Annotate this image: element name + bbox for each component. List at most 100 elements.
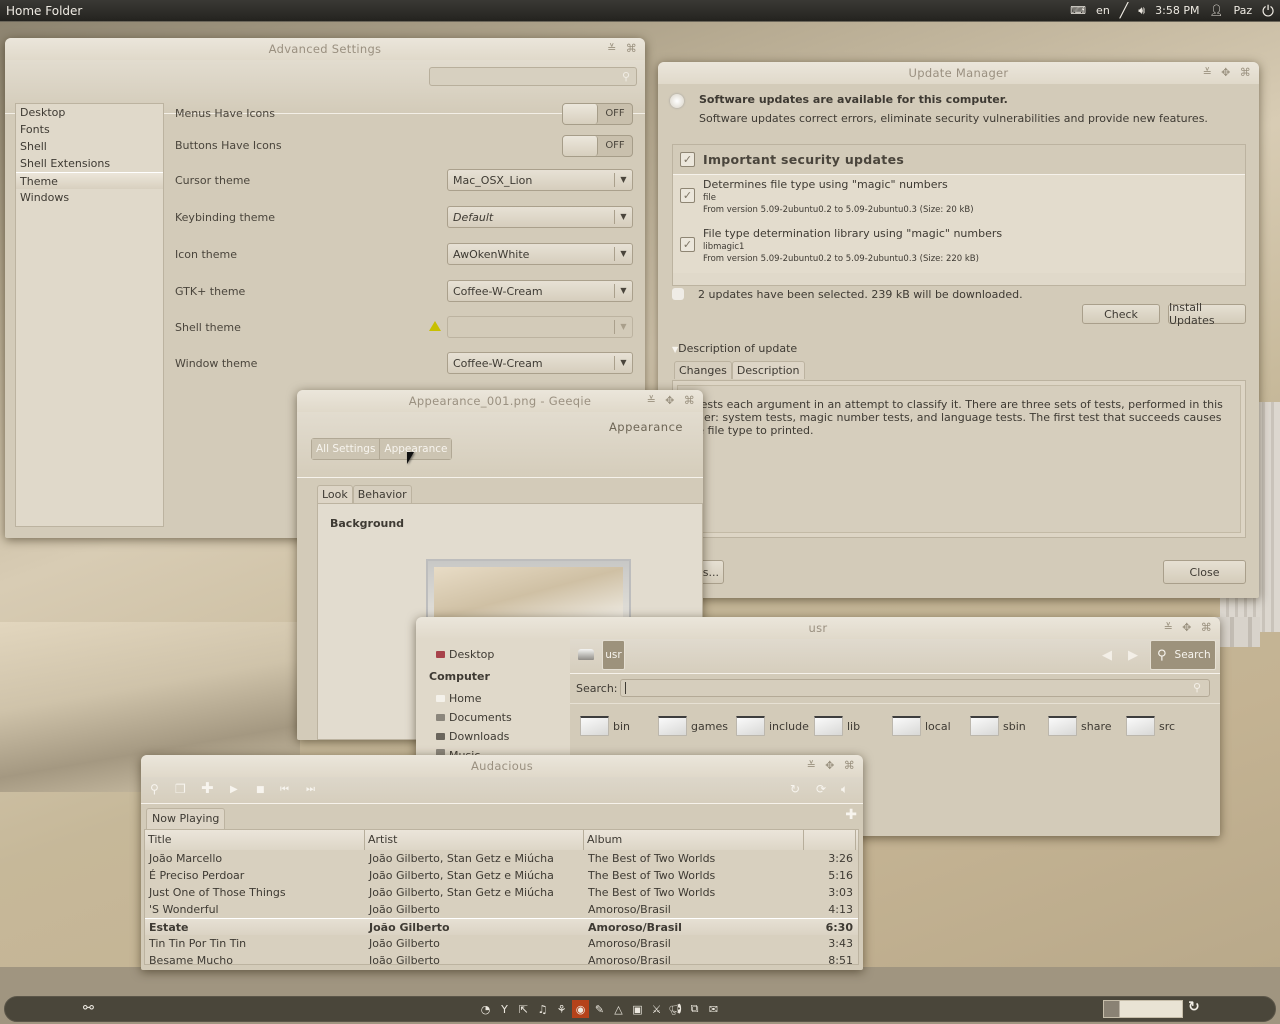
maximize-icon[interactable]: ✥ (665, 394, 675, 407)
repeat-icon[interactable]: ↻ (790, 782, 800, 796)
user-name[interactable]: Paz (1233, 4, 1252, 17)
update-item[interactable]: ✓ Determines file type using "magic" num… (673, 175, 1245, 224)
launcher-audacious-icon[interactable]: ◉ (572, 1000, 589, 1018)
column-album[interactable]: Album (584, 830, 804, 850)
sidebar-item-documents[interactable]: Documents (436, 711, 512, 724)
folder-item[interactable]: bin (580, 716, 630, 736)
playlist-row[interactable]: Besame Mucho João Gilberto Amoroso/Brasil 8… (145, 952, 858, 964)
update-checkbox[interactable]: ✓ (680, 188, 695, 203)
close-icon[interactable]: ⌘ (1201, 621, 1212, 634)
buttons-have-icons-toggle[interactable]: OFF (562, 135, 633, 157)
column-length[interactable] (804, 830, 856, 850)
playlist-row[interactable]: João Marcello João Gilberto, Stan Getz e … (145, 850, 858, 867)
stop-icon[interactable]: ■ (256, 785, 265, 795)
launcher-firefox-icon[interactable]: ◔ (477, 1000, 494, 1018)
menus-have-icons-toggle[interactable]: OFF (562, 103, 633, 125)
folder-item[interactable]: share (1048, 716, 1112, 736)
titlebar[interactable]: Appearance_001.png - Geeqie ≚ ✥ ⌘ (297, 390, 703, 412)
folder-item[interactable]: include (736, 716, 809, 736)
playlist-row[interactable]: Just One of Those Things João Gilberto, S… (145, 884, 858, 901)
description-expander[interactable]: ▼Description of update (672, 342, 797, 355)
close-button[interactable]: Close (1163, 560, 1246, 584)
playlist-row[interactable]: 'S Wonderful João Gilberto Amoroso/Brasil 4… (145, 901, 858, 918)
cursor-theme-select[interactable]: Mac_OSX_Lion ▼ (447, 169, 633, 191)
previous-icon[interactable]: ⏮ (280, 784, 289, 795)
forward-icon[interactable]: ▶ (1128, 648, 1138, 663)
workspace-switcher[interactable] (1103, 1000, 1183, 1018)
launcher-gimp-brush-icon[interactable]: ✎ (591, 1000, 608, 1018)
sidebar-item-home[interactable]: Home (436, 692, 481, 705)
minimize-icon[interactable]: ≚ (607, 42, 617, 55)
titlebar[interactable]: Audacious ≚ ✥ ⌘ (141, 755, 863, 777)
back-icon[interactable]: ◀ (1102, 648, 1112, 663)
column-artist[interactable]: Artist (365, 830, 584, 850)
sidebar-item-shell[interactable]: Shell (16, 138, 163, 155)
close-icon[interactable]: ⌘ (844, 759, 855, 772)
play-icon[interactable]: ▶ (230, 784, 238, 795)
folder-item[interactable]: sbin (970, 716, 1026, 736)
column-title[interactable]: Title (145, 830, 365, 850)
launcher-chat-icon[interactable]: ✉ (705, 1000, 722, 1018)
sidebar-item-theme[interactable]: Theme (16, 172, 163, 189)
minimize-icon[interactable]: ≚ (807, 759, 817, 772)
refresh-icon[interactable]: ↻ (1188, 999, 1200, 1015)
breadcrumb-appearance[interactable]: Appearance (379, 439, 452, 459)
volume-icon[interactable]: 🔊︎ (1138, 4, 1145, 18)
folder-item[interactable]: games (658, 716, 728, 736)
sidebar-item-downloads[interactable]: Downloads (436, 730, 509, 743)
close-icon[interactable]: ⌘ (684, 394, 695, 407)
settings-link-icon[interactable]: ⚯ (83, 1001, 94, 1016)
open-files-icon[interactable]: ❐ (175, 782, 186, 796)
sidebar-item-desktop[interactable]: Desktop (436, 648, 494, 661)
check-button[interactable]: Check (1082, 304, 1160, 324)
clock[interactable]: 3:58 PM (1155, 4, 1199, 17)
user-icon[interactable]: 👤︎ (1210, 4, 1224, 17)
sidebar-item-desktop[interactable]: Desktop (16, 104, 163, 121)
icon-theme-select[interactable]: AwOkenWhite ▼ (447, 243, 633, 265)
gtk-theme-select[interactable]: Coffee-W-Cream ▼ (447, 280, 633, 302)
tab-description[interactable]: Description (731, 361, 805, 379)
folder-item[interactable]: local (892, 716, 951, 736)
search-input[interactable]: ⚲ (620, 679, 1210, 697)
tab-changes[interactable]: Changes (674, 361, 732, 379)
launcher-gimp-icon[interactable]: ⚔ (648, 1000, 665, 1018)
maximize-icon[interactable]: ✥ (825, 759, 835, 772)
update-group[interactable]: ✓ Important security updates (673, 145, 1245, 175)
playlist-row[interactable]: Tin Tin Por Tin Tin João Gilberto Amoroso/… (145, 935, 858, 952)
launcher-music-player-icon[interactable]: ♫ (534, 1000, 551, 1018)
search-input[interactable]: ⚲ (429, 67, 637, 86)
folder-item[interactable]: lib (814, 716, 860, 736)
update-checkbox[interactable]: ✓ (680, 237, 695, 252)
launcher-export-icon[interactable]: ⇱ (515, 1000, 532, 1018)
minimize-icon[interactable]: ≚ (1164, 621, 1174, 634)
sidebar-item-shell-extensions[interactable]: Shell Extensions (16, 155, 163, 172)
launcher-stork-icon[interactable]: ⚘ (553, 1000, 570, 1018)
search-icon[interactable]: ⚲ (150, 782, 159, 796)
path-button-usr[interactable]: usr (602, 640, 625, 670)
new-playlist-icon[interactable]: ✚ (845, 807, 857, 823)
launcher-yakuake-icon[interactable]: Y (496, 1000, 513, 1018)
search-button[interactable]: ⚲ Search (1150, 640, 1216, 670)
keyboard-layout[interactable]: en (1096, 4, 1110, 17)
shuffle-icon[interactable]: ⟳ (816, 782, 826, 796)
keybinding-theme-select[interactable]: Default ▼ (447, 206, 633, 228)
close-icon[interactable]: ⌘ (1240, 66, 1251, 79)
update-item[interactable]: ✓ File type determination library using … (673, 224, 1245, 273)
titlebar[interactable]: Update Manager ≚ ✥ ⌘ (658, 62, 1259, 84)
breadcrumb-all-settings[interactable]: All Settings (312, 439, 380, 459)
launcher-remote-desktop-icon[interactable]: ⧉ (686, 1000, 703, 1018)
next-icon[interactable]: ⏭ (306, 784, 315, 795)
drive-icon[interactable] (578, 649, 594, 660)
launcher-announce-icon[interactable]: 📢︎ (667, 1000, 684, 1018)
launcher-terminal-icon[interactable]: ▣ (629, 1000, 646, 1018)
volume-mute-icon[interactable]: 🔈︎ (841, 782, 848, 797)
minimize-icon[interactable]: ≚ (1203, 66, 1213, 79)
sidebar-item-fonts[interactable]: Fonts (16, 121, 163, 138)
install-updates-button[interactable]: Install Updates (1168, 301, 1246, 327)
network-icon[interactable]: ╱ (1120, 3, 1128, 19)
close-icon[interactable]: ⌘ (626, 42, 637, 55)
window-theme-select[interactable]: Coffee-W-Cream ▼ (447, 352, 633, 374)
keyboard-icon[interactable]: ⌨ (1070, 4, 1086, 17)
titlebar[interactable]: Advanced Settings ≚ ⌘ (5, 38, 645, 60)
power-icon[interactable]: ⏻ (1262, 2, 1274, 20)
